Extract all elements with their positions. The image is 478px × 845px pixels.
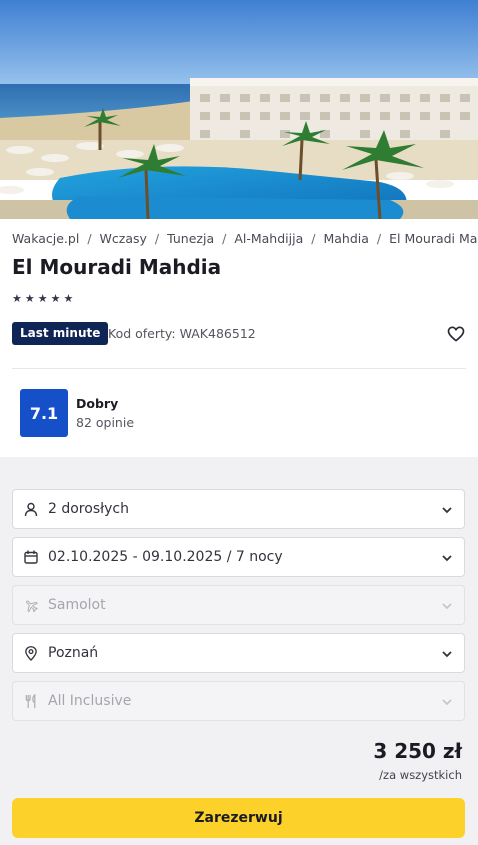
transport-select: Samolot [12,585,465,625]
price-note: /za wszystkich [379,768,462,782]
section-divider [12,368,466,369]
breadcrumb-separator: / [376,231,382,246]
travelers-select[interactable]: 2 dorosłych [12,489,465,529]
departure-city-value: Poznań [48,645,99,661]
dates-select[interactable]: 02.10.2025 - 09.10.2025 / 7 nocy [12,537,465,577]
breadcrumb-item-current: El Mouradi Mahdia [389,231,478,246]
rating-label: Dobry [76,396,119,411]
fork-knife-icon [23,693,39,709]
star-icon: ★ [63,292,74,305]
star-icon: ★ [12,292,22,305]
hotel-title: El Mouradi Mahdia [12,255,222,279]
book-button[interactable]: Zarezerwuj [12,798,465,838]
rating-score-badge: 7.1 [20,389,68,437]
star-icon: ★ [37,292,48,305]
offer-code: Kod oferty: WAK486512 [108,326,256,341]
travelers-value: 2 dorosłych [48,501,129,517]
favorite-heart-icon[interactable] [446,324,466,344]
board-type-value: All Inclusive [48,693,132,709]
breadcrumb-item[interactable]: Al-Mahdijja [234,231,303,246]
board-type-select: All Inclusive [12,681,465,721]
dates-value: 02.10.2025 - 09.10.2025 / 7 nocy [48,549,283,565]
breadcrumb: Wakacje.pl / Wczasy / Tunezja / Al-Mahdijja / Ma… [12,231,478,249]
star-icon: ★ [24,292,35,305]
chevron-down-icon [440,502,454,516]
breadcrumb-item[interactable]: Mahdia [323,231,368,246]
transport-value: Samolot [48,597,106,613]
chevron-down-icon [440,646,454,660]
reviews-count-link[interactable]: 82 opinie [76,415,134,430]
person-icon [23,501,39,517]
hotel-hero-image[interactable] [0,0,478,219]
breadcrumb-separator: / [222,231,227,246]
airplane-icon [23,597,39,613]
chevron-down-icon [440,694,454,708]
departure-city-select[interactable]: Poznań [12,633,465,673]
hotel-star-rating: ★ ★ ★ ★ ★ [12,292,73,306]
breadcrumb-separator: / [154,231,160,246]
last-minute-badge: Last minute [12,322,109,345]
total-price: 3 250 zł [373,739,462,763]
location-pin-icon [23,645,39,661]
breadcrumb-item[interactable]: Wczasy [100,231,147,246]
calendar-icon [23,549,39,565]
star-icon: ★ [50,292,61,305]
chevron-down-icon [440,550,454,564]
breadcrumb-separator: / [311,231,316,246]
breadcrumb-separator: / [87,231,92,246]
breadcrumb-item[interactable]: Wakacje.pl [12,231,79,246]
breadcrumb-item[interactable]: Tunezja [167,231,214,246]
chevron-down-icon [440,598,454,612]
